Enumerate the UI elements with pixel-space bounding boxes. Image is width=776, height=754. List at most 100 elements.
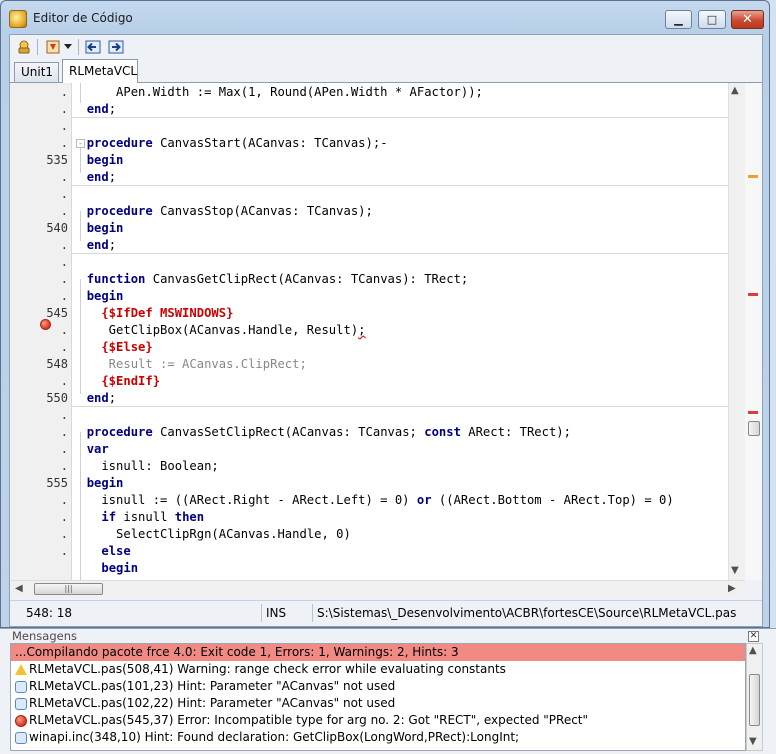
warning-mark[interactable] — [748, 175, 758, 178]
horizontal-scroll-thumb[interactable]: ||| — [34, 583, 103, 595]
editor-window: Editor de Código ▁ □ ✕ Unit1 RLMetaVCL .… — [0, 0, 770, 628]
scroll-down-icon[interactable]: ▼ — [731, 565, 739, 576]
maximize-button[interactable]: □ — [698, 10, 726, 29]
tab-unit1[interactable]: Unit1 — [14, 62, 59, 82]
code-line[interactable] — [72, 407, 728, 424]
message-hint[interactable]: RLMetaVCL.pas(102,22) Hint: Parameter "A… — [11, 695, 745, 712]
code-line[interactable]: begin — [72, 152, 728, 169]
gutter-line: . — [60, 272, 68, 286]
run-button[interactable] — [15, 38, 33, 56]
code-editor[interactable]: . . . . 535 . . . 540 . . . . 545 . . 54… — [10, 82, 762, 580]
code-line[interactable] — [72, 118, 728, 135]
cursor-position: 548: 18 — [22, 604, 262, 622]
message-error[interactable]: RLMetaVCL.pas(545,37) Error: Incompatibl… — [11, 712, 745, 729]
insert-mode: INS — [262, 604, 313, 622]
message-warning[interactable]: RLMetaVCL.pas(508,41) Warning: range che… — [11, 661, 745, 678]
navigate-forward-button[interactable] — [107, 38, 125, 56]
bookmark-dropdown[interactable] — [62, 38, 74, 56]
minimize-button[interactable]: ▁ — [665, 10, 692, 29]
code-line[interactable]: begin — [72, 288, 728, 305]
message-summary[interactable]: ...Compilando pacote frce 4.0: Exit code… — [11, 644, 745, 661]
gutter-line: . — [60, 136, 68, 150]
warning-icon — [15, 664, 27, 675]
code-area[interactable]: APen.Width := Max(1, Round(APen.Width * … — [72, 83, 728, 580]
error-mark[interactable] — [748, 411, 758, 414]
app-icon — [9, 10, 27, 28]
code-line[interactable]: if isnull then — [72, 509, 728, 526]
code-line[interactable]: procedure CanvasSetClipRect(ACanvas: TCa… — [72, 424, 728, 441]
gutter-line: 540 — [46, 221, 68, 235]
gutter-line: . — [60, 102, 68, 116]
gutter-line: . — [60, 119, 68, 133]
messages-scroll-thumb[interactable] — [749, 674, 760, 726]
code-line[interactable]: {$Else} — [72, 339, 728, 356]
editor-horizontal-scrollbar[interactable]: ◀ ||| ▶ — [10, 580, 745, 597]
code-line[interactable]: end; — [72, 169, 728, 186]
messages-close-button[interactable]: ✕ — [748, 631, 759, 642]
gutter-line: . — [60, 425, 68, 439]
gutter-line: . — [60, 510, 68, 524]
tab-label: RLMetaVCL — [69, 64, 138, 78]
scroll-left-icon[interactable]: ◀ — [15, 583, 23, 594]
code-line[interactable]: GetClipBox(ACanvas.Handle, Result); — [72, 322, 728, 339]
editor-vertical-scrollbar[interactable]: ▲ ▼ — [728, 83, 745, 580]
message-text: RLMetaVCL.pas(545,37) Error: Incompatibl… — [29, 713, 589, 727]
scroll-up-icon[interactable]: ▲ — [731, 85, 739, 96]
message-text: RLMetaVCL.pas(101,23) Hint: Parameter "A… — [29, 679, 396, 693]
bookmark-button[interactable] — [44, 38, 62, 56]
gutter-line: . — [60, 170, 68, 184]
gutter-line: . — [60, 408, 68, 422]
scroll-down-icon[interactable]: ▼ — [749, 736, 757, 747]
overview-ruler[interactable] — [745, 83, 762, 580]
code-line[interactable]: begin — [72, 475, 728, 492]
scroll-right-icon[interactable]: ▶ — [728, 583, 736, 594]
code-line[interactable]: begin — [72, 220, 728, 237]
message-hint[interactable]: winapi.inc(348,10) Hint: Found declarati… — [11, 729, 745, 746]
navigate-back-button[interactable] — [84, 38, 102, 56]
messages-scrollbar[interactable]: ▲ ▼ — [746, 643, 763, 751]
code-line[interactable]: {$EndIf} — [72, 373, 728, 390]
tab-rlmetavcl[interactable]: RLMetaVCL — [62, 59, 138, 83]
code-line[interactable]: end; — [72, 390, 728, 407]
code-line[interactable]: isnull: Boolean; — [72, 458, 728, 475]
code-line[interactable]: begin — [72, 560, 728, 577]
message-text: winapi.inc(348,10) Hint: Found declarati… — [29, 730, 520, 744]
hint-icon — [15, 731, 27, 744]
run-icon — [18, 40, 30, 54]
code-line[interactable]: procedure CanvasStop(ACanvas: TCanvas); — [72, 203, 728, 220]
hint-icon — [15, 697, 27, 710]
code-line[interactable]: function CanvasGetClipRect(ACanvas: TCan… — [72, 271, 728, 288]
code-line[interactable]: var — [72, 441, 728, 458]
error-mark[interactable] — [748, 293, 758, 296]
code-line[interactable]: SelectClipRgn(ACanvas.Handle, 0) — [72, 526, 728, 543]
code-line[interactable]: end; — [72, 101, 728, 118]
code-line[interactable] — [72, 186, 728, 203]
close-button[interactable]: ✕ — [731, 10, 764, 29]
gutter-line: . — [60, 442, 68, 456]
scroll-up-icon[interactable]: ▲ — [749, 645, 757, 656]
code-line[interactable] — [72, 254, 728, 271]
dropdown-arrow-icon — [64, 44, 72, 49]
code-line[interactable]: else — [72, 543, 728, 560]
message-text: RLMetaVCL.pas(102,22) Hint: Parameter "A… — [29, 696, 396, 710]
gutter-line: 550 — [46, 391, 68, 405]
window-title: Editor de Código — [33, 11, 133, 25]
code-line[interactable]: APen.Width := Max(1, Round(APen.Width * … — [72, 84, 728, 101]
gutter-line: 548 — [46, 357, 68, 371]
code-line[interactable]: Result := ACanvas.ClipRect; — [72, 356, 728, 373]
error-icon — [15, 714, 27, 727]
title-bar[interactable]: Editor de Código ▁ □ ✕ — [1, 1, 769, 35]
gutter-line: . — [60, 289, 68, 303]
scroll-thumb[interactable] — [748, 421, 760, 436]
gutter-line: . — [60, 187, 68, 201]
status-bar: 548: 18 INS S:\Sistemas\_Desenvolvimento… — [10, 600, 762, 624]
code-line[interactable]: procedure CanvasStart(ACanvas: TCanvas);… — [72, 135, 728, 152]
code-line[interactable]: isnull := ((ARect.Right - ARect.Left) = … — [72, 492, 728, 509]
code-line[interactable]: {$IfDef MSWINDOWS} — [72, 305, 728, 322]
line-number-gutter[interactable]: . . . . 535 . . . 540 . . . . 545 . . 54… — [10, 83, 72, 580]
message-hint[interactable]: RLMetaVCL.pas(101,23) Hint: Parameter "A… — [11, 678, 745, 695]
messages-list[interactable]: ...Compilando pacote frce 4.0: Exit code… — [10, 643, 746, 751]
code-line[interactable]: end; — [72, 237, 728, 254]
toolbar — [10, 35, 762, 59]
gutter-line: . — [60, 85, 68, 99]
